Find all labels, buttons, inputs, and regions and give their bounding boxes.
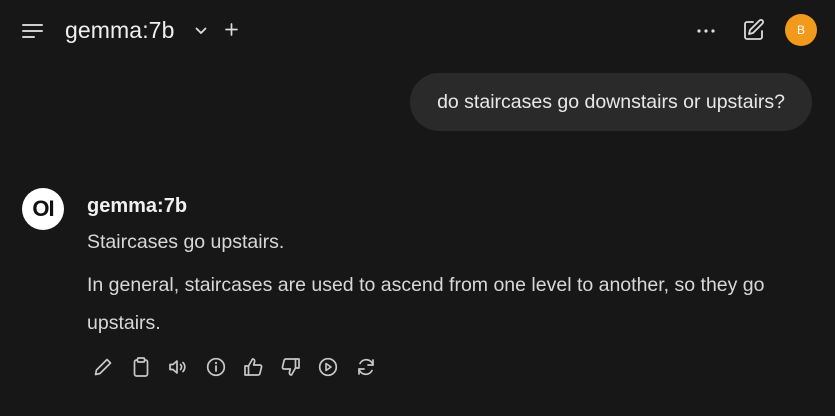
sidebar-toggle-icon[interactable] xyxy=(18,16,48,46)
thumbs-down-icon[interactable] xyxy=(280,354,318,380)
assistant-paragraph: In general, staircases are used to ascen… xyxy=(87,274,765,334)
top-bar: gemma:7b B xyxy=(0,0,835,60)
message-actions-toolbar xyxy=(92,354,392,380)
chevron-down-icon[interactable] xyxy=(190,20,212,42)
info-icon[interactable] xyxy=(205,354,243,380)
assistant-name: gemma:7b xyxy=(87,195,188,217)
edit-icon[interactable] xyxy=(92,354,130,380)
assistant-message: Staircases go upstairs. In general, stai… xyxy=(87,227,807,342)
user-message-bubble: do staircases go downstairs or upstairs? xyxy=(410,73,812,131)
assistant-logo: OI xyxy=(22,188,64,230)
more-options-icon[interactable] xyxy=(692,17,720,45)
regenerate-icon[interactable] xyxy=(355,354,393,380)
new-chat-icon[interactable] xyxy=(739,15,769,45)
assistant-paragraph: Staircases go upstairs. xyxy=(87,231,285,253)
read-aloud-icon[interactable] xyxy=(167,354,205,380)
thumbs-up-icon[interactable] xyxy=(242,354,280,380)
copy-icon[interactable] xyxy=(130,354,168,380)
user-avatar[interactable]: B xyxy=(785,14,817,46)
add-model-icon[interactable] xyxy=(220,18,242,40)
model-selector-label[interactable]: gemma:7b xyxy=(65,15,174,45)
continue-icon[interactable] xyxy=(317,354,355,380)
